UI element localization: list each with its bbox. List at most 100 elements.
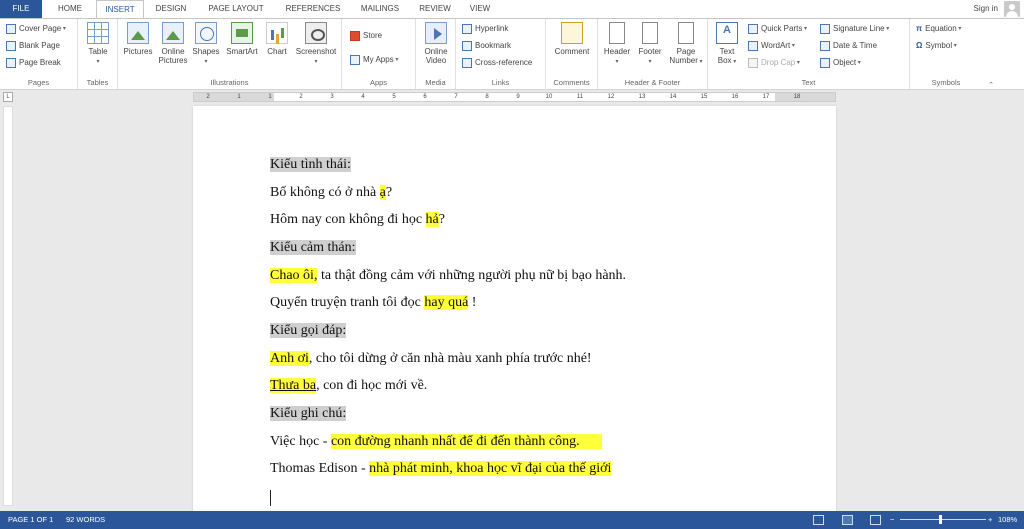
object-button[interactable]: Object ▾ — [820, 56, 861, 70]
tab-review[interactable]: REVIEW — [414, 0, 456, 18]
group-label-tables: Tables — [86, 78, 109, 87]
cross-reference-button[interactable]: Cross-reference — [462, 56, 532, 70]
pi-icon: π — [916, 24, 923, 33]
group-label-media: Media — [425, 78, 446, 87]
ribbon-tab-bar: FILE HOME INSERT DESIGN PAGE LAYOUT REFE… — [0, 0, 1024, 19]
page-number-icon — [678, 22, 694, 44]
ruler-number: 3 — [330, 94, 334, 100]
heading-ghi-chu: Kiểu ghi chú: — [270, 406, 347, 421]
ruler-number: 2 — [206, 94, 210, 100]
header-icon — [609, 22, 625, 44]
bookmark-button[interactable]: Bookmark — [462, 39, 511, 53]
chart-icon — [266, 22, 288, 44]
bookmark-icon — [462, 41, 472, 51]
online-pictures-button[interactable]: Online Pictures — [156, 22, 190, 74]
comment-button[interactable]: Comment — [550, 22, 594, 74]
text-box-button[interactable]: Text Box ▾ — [712, 22, 742, 74]
ruler-number: 12 — [607, 94, 615, 100]
word-count[interactable]: 92 WORDS — [66, 511, 105, 529]
pictures-button[interactable]: Pictures — [120, 22, 156, 74]
tab-selector[interactable]: L — [3, 92, 13, 102]
user-avatar-icon[interactable] — [1004, 1, 1020, 17]
read-mode-icon[interactable] — [813, 515, 824, 525]
heading-tinh-thai: Kiểu tình thái: — [270, 157, 351, 172]
symbol-button[interactable]: Ω Symbol ▾ — [916, 39, 957, 53]
page-count[interactable]: PAGE 1 OF 1 — [8, 511, 53, 529]
tab-insert[interactable]: INSERT — [96, 0, 144, 19]
document-page[interactable]: Kiểu tình thái: Bố không có ở nhà ạ? Hôm… — [193, 106, 836, 511]
zoom-level[interactable]: 108% — [998, 511, 1017, 529]
group-label-illustrations: Illustrations — [210, 78, 249, 87]
drop-cap-button[interactable]: Drop Cap ▾ — [748, 56, 800, 70]
tab-home[interactable]: HOME — [50, 0, 90, 18]
chart-button[interactable]: Chart — [262, 22, 292, 74]
ruler-number: 2 — [299, 94, 303, 100]
cross-reference-icon — [462, 58, 472, 68]
quick-parts-button[interactable]: Quick Parts ▾ — [748, 22, 807, 36]
ruler-number: 17 — [762, 94, 770, 100]
group-label-links: Links — [491, 78, 510, 87]
paragraph-4: Quyển truyện tranh tôi đọc hay quá ! — [270, 295, 477, 310]
vertical-ruler[interactable] — [3, 106, 13, 506]
shapes-button[interactable]: Shapes ▾ — [190, 22, 222, 74]
sign-in-link[interactable]: Sign in — [974, 0, 998, 18]
cover-page-button[interactable]: Cover Page ▾ — [6, 22, 66, 36]
print-layout-icon[interactable] — [842, 515, 853, 525]
my-apps-button[interactable]: My Apps ▾ — [350, 53, 398, 67]
group-links: Hyperlink Bookmark Cross-reference Links — [456, 19, 546, 89]
heading-goi-dap: Kiểu gọi đáp: — [270, 323, 347, 338]
screenshot-button[interactable]: Screenshot ▾ — [292, 22, 340, 74]
ruler-number: 13 — [638, 94, 646, 100]
store-icon — [350, 31, 360, 41]
tab-references[interactable]: REFERENCES — [278, 0, 348, 18]
tab-view[interactable]: VIEW — [462, 0, 498, 18]
date-time-button[interactable]: Date & Time — [820, 39, 877, 53]
zoom-slider-thumb[interactable] — [939, 515, 942, 524]
ruler-number: 1 — [268, 94, 272, 100]
zoom-slider[interactable] — [900, 519, 986, 520]
collapse-ribbon-icon[interactable]: ⌃ — [988, 81, 994, 89]
page-number-button[interactable]: Page Number ▾ — [666, 22, 706, 74]
store-button[interactable]: Store — [350, 29, 382, 43]
tab-page-layout[interactable]: PAGE LAYOUT — [200, 0, 272, 18]
paragraph-3: Chao ôi, ta thật đồng cảm với những ngườ… — [270, 268, 627, 283]
online-video-button[interactable]: Online Video — [420, 22, 452, 74]
ruler-number: 7 — [454, 94, 458, 100]
page-break-button[interactable]: Page Break — [6, 56, 61, 70]
status-bar: PAGE 1 OF 1 92 WORDS − + 108% — [0, 511, 1024, 529]
ruler-number: 15 — [700, 94, 708, 100]
group-header-footer: Header ▾ Footer ▾ Page Number ▾ Header & F… — [598, 19, 708, 89]
ruler-number: 4 — [361, 94, 365, 100]
cover-page-icon — [6, 24, 16, 34]
zoom-out-button[interactable]: − — [890, 511, 894, 529]
signature-line-button[interactable]: Signature Line ▾ — [820, 22, 889, 36]
blank-page-button[interactable]: Blank Page — [6, 39, 60, 53]
smartart-button[interactable]: SmartArt — [222, 22, 262, 74]
group-pages: Cover Page ▾ Blank Page Page Break Pages — [0, 19, 78, 89]
ruler-number: 6 — [423, 94, 427, 100]
group-symbols: π Equation ▾ Ω Symbol ▾ Symbols — [910, 19, 982, 89]
wordart-icon — [748, 41, 758, 51]
equation-button[interactable]: π Equation ▾ — [916, 22, 961, 36]
wordart-button[interactable]: WordArt ▾ — [748, 39, 795, 53]
header-button[interactable]: Header ▾ — [600, 22, 634, 74]
footer-button[interactable]: Footer ▾ — [634, 22, 666, 74]
omega-icon: Ω — [916, 41, 923, 50]
tab-mailings[interactable]: MAILINGS — [352, 0, 408, 18]
horizontal-ruler[interactable]: 2 1 1 2 3 4 5 6 7 8 9 10 11 12 13 14 15 16 17 18 — [193, 92, 836, 102]
paragraph-1: Bố không có ở nhà ạ? — [270, 185, 393, 200]
object-icon — [820, 58, 830, 68]
page-break-icon — [6, 58, 16, 68]
zoom-in-button[interactable]: + — [988, 511, 992, 529]
blank-page-icon — [6, 41, 16, 51]
tab-file[interactable]: FILE — [0, 0, 42, 18]
web-layout-icon[interactable] — [870, 515, 881, 525]
hyperlink-button[interactable]: Hyperlink — [462, 22, 508, 36]
tab-design[interactable]: DESIGN — [148, 0, 194, 18]
online-video-icon — [425, 22, 447, 44]
table-button[interactable]: Table ▾ — [84, 22, 112, 74]
shapes-icon — [195, 22, 217, 44]
paragraph-2: Hôm nay con không đi học hả? — [270, 212, 445, 227]
ruler-number: 1 — [237, 94, 241, 100]
paragraph-6: Thưa ba, con đi học mới về. — [270, 378, 428, 393]
